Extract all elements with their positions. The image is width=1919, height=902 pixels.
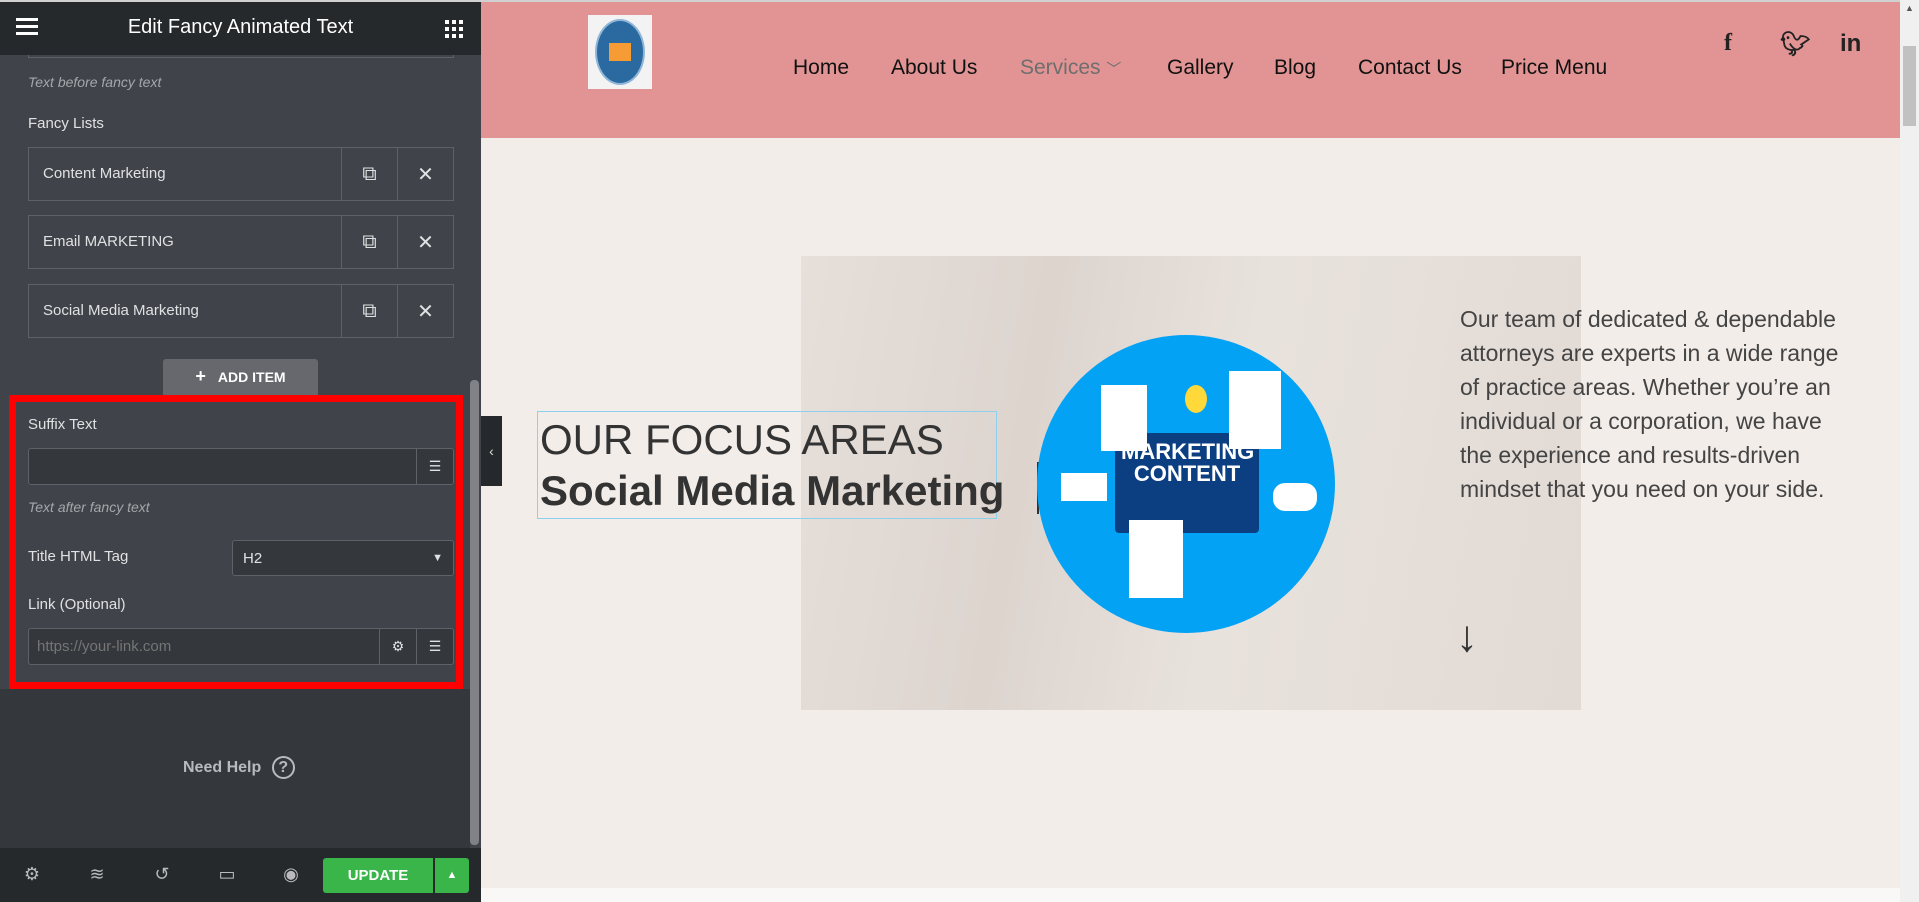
help-question-icon: ? — [271, 756, 295, 779]
fancy-list-item[interactable]: Content Marketing ⧉ ✕ — [28, 147, 454, 201]
scroll-up-arrow-icon[interactable]: ▲ — [1900, 0, 1919, 17]
settings-gear-icon[interactable]: ⚙ — [19, 864, 45, 886]
title-tag-select[interactable]: H2 ▼ — [232, 540, 454, 576]
scroll-down-arrow-icon[interactable]: ↓ — [1456, 612, 1478, 662]
need-help-link[interactable]: Need Help ? — [183, 756, 295, 779]
nav-about-us[interactable]: About Us — [891, 56, 977, 80]
nav-price-menu[interactable]: Price Menu — [1501, 56, 1607, 80]
panel-title: Edit Fancy Animated Text — [127, 16, 354, 38]
history-icon[interactable]: ↺ — [149, 864, 175, 886]
duplicate-icon[interactable]: ⧉ — [341, 285, 397, 337]
nav-home[interactable]: Home — [793, 56, 849, 80]
chevron-down-icon: ﹀ — [1106, 61, 1122, 78]
suffix-input[interactable] — [29, 449, 416, 484]
link-label: Link (Optional) — [28, 596, 126, 613]
close-icon[interactable]: ✕ — [397, 148, 453, 200]
suffix-field: ☰ — [28, 448, 454, 485]
tag-label: Title HTML Tag — [28, 548, 129, 565]
dynamic-tags-database-icon[interactable]: ☰ — [416, 629, 453, 664]
link-field: ⚙ ☰ — [28, 628, 454, 665]
editor-panel: Edit Fancy Animated Text Text before fan… — [0, 0, 481, 902]
suffix-label: Suffix Text — [28, 416, 97, 433]
duplicate-icon[interactable]: ⧉ — [341, 148, 397, 200]
widgets-grid-icon[interactable] — [445, 20, 463, 38]
linkedin-icon[interactable]: in — [1840, 30, 1861, 58]
page-scrollbar-thumb[interactable] — [1903, 46, 1916, 126]
fancy-list-item[interactable]: Social Media Marketing ⧉ ✕ — [28, 284, 454, 338]
item-label[interactable]: Social Media Marketing — [29, 285, 341, 337]
fancy-list-item[interactable]: Email MARKETING ⧉ ✕ — [28, 215, 454, 269]
intro-paragraph: Our team of dedicated & dependable attor… — [1460, 306, 1839, 502]
suffix-hint: Text after fancy text — [28, 499, 150, 515]
close-icon[interactable]: ✕ — [397, 285, 453, 337]
facebook-icon[interactable]: f — [1724, 30, 1732, 57]
nav-services[interactable]: Services ﹀ — [1020, 56, 1121, 80]
item-label[interactable]: Email MARKETING — [29, 216, 341, 268]
twitter-icon[interactable]: 🐦︎ — [1780, 30, 1810, 59]
close-icon[interactable]: ✕ — [397, 216, 453, 268]
update-button[interactable]: UPDATE — [323, 858, 433, 893]
item-label[interactable]: Content Marketing — [29, 148, 341, 200]
marketing-content-image: MARKETING CONTENT — [1037, 335, 1335, 633]
next-section — [481, 888, 1900, 902]
fancy-heading-widget[interactable]: OUR FOCUS AREAS Social Media Marketing — [537, 411, 1004, 519]
duplicate-icon[interactable]: ⧉ — [341, 216, 397, 268]
link-options-gear-icon[interactable]: ⚙ — [379, 629, 416, 664]
add-item-button[interactable]: + ADD ITEM — [163, 359, 318, 397]
panel-scrollbar[interactable] — [470, 380, 479, 845]
link-input[interactable] — [29, 629, 379, 664]
prefix-input-edge[interactable] — [28, 55, 454, 58]
collapse-panel-chevron-left-icon[interactable]: ‹ — [481, 416, 502, 486]
caret-down-icon: ▼ — [432, 552, 443, 564]
layers-icon[interactable]: ≋ — [84, 864, 110, 886]
nav-gallery[interactable]: Gallery — [1167, 56, 1234, 80]
heading-line-1: OUR FOCUS AREAS — [540, 416, 944, 463]
prefix-hint: Text before fancy text — [28, 74, 162, 90]
nav-blog[interactable]: Blog — [1274, 56, 1316, 80]
page-scrollbar[interactable]: ▲ — [1900, 0, 1919, 902]
site-logo[interactable] — [588, 15, 652, 89]
nav-contact-us[interactable]: Contact Us — [1358, 56, 1462, 80]
panel-header: Edit Fancy Animated Text — [0, 0, 481, 55]
heading-fancy-text: Social Media Marketing — [540, 467, 1005, 514]
fancy-lists-label: Fancy Lists — [28, 115, 104, 132]
plus-icon: + — [195, 366, 206, 386]
dynamic-tags-database-icon[interactable]: ☰ — [416, 449, 453, 484]
responsive-mode-icon[interactable]: ▭ — [214, 864, 240, 886]
preview-eye-icon[interactable]: ◉ — [278, 864, 304, 886]
update-options-caret-up-icon[interactable]: ▲ — [435, 858, 469, 893]
